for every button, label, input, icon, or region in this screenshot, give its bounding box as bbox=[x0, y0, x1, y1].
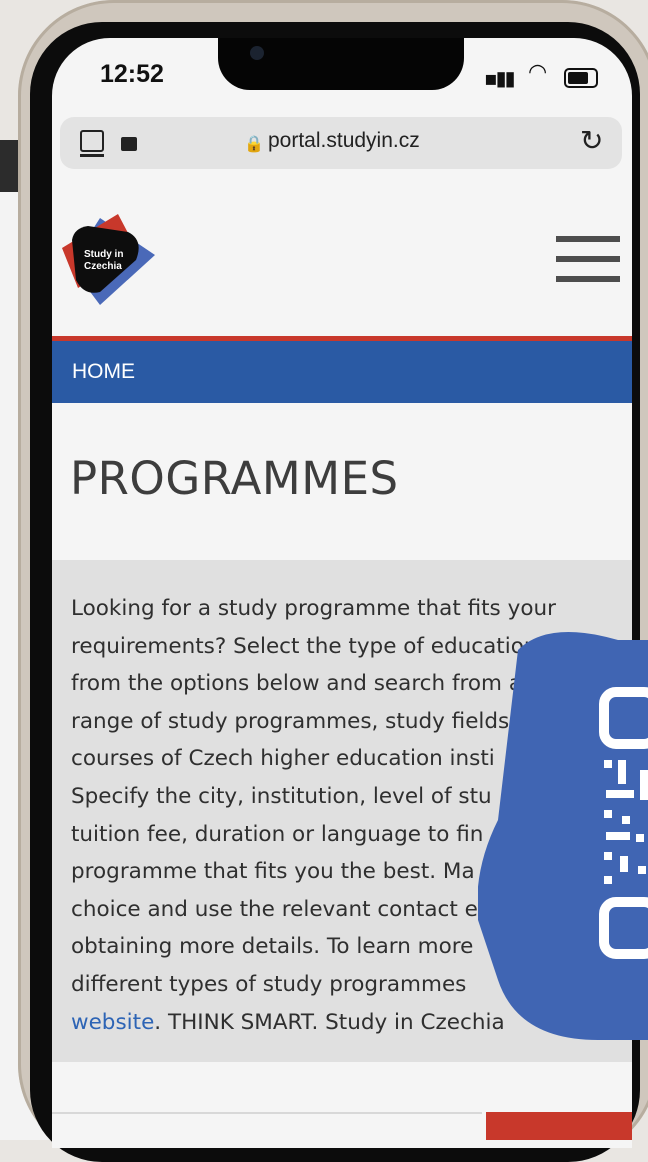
extension-icon[interactable] bbox=[121, 137, 137, 151]
website-link[interactable]: website bbox=[71, 1010, 154, 1035]
hamburger-menu-icon[interactable] bbox=[556, 236, 620, 296]
reload-icon[interactable]: ↻ bbox=[580, 124, 603, 157]
study-in-czechia-logo[interactable]: Study in Czechia bbox=[60, 210, 160, 310]
tabs-icon[interactable] bbox=[80, 130, 104, 157]
front-camera bbox=[250, 46, 264, 60]
qr-code-icon bbox=[478, 632, 648, 1040]
breadcrumb-home-link[interactable]: HOME bbox=[72, 360, 135, 384]
url-text[interactable]: portal.studyin.cz bbox=[268, 129, 420, 153]
search-input[interactable] bbox=[52, 1112, 482, 1142]
intro-tail-text: . THINK SMART. Study in Czechia bbox=[154, 1009, 505, 1035]
signal-icon: ▪▮▮ bbox=[484, 66, 516, 90]
lock-icon: 🔒 bbox=[244, 134, 264, 153]
logo-text-line2: Czechia bbox=[84, 261, 122, 272]
breadcrumb bbox=[52, 341, 632, 403]
battery-icon bbox=[564, 68, 598, 88]
page-title: PROGRAMMES bbox=[70, 452, 399, 505]
search-button[interactable] bbox=[486, 1112, 632, 1140]
wifi-icon: ◠ bbox=[528, 60, 548, 85]
status-time: 12:52 bbox=[100, 60, 164, 88]
logo-text-line1: Study in bbox=[84, 249, 123, 260]
